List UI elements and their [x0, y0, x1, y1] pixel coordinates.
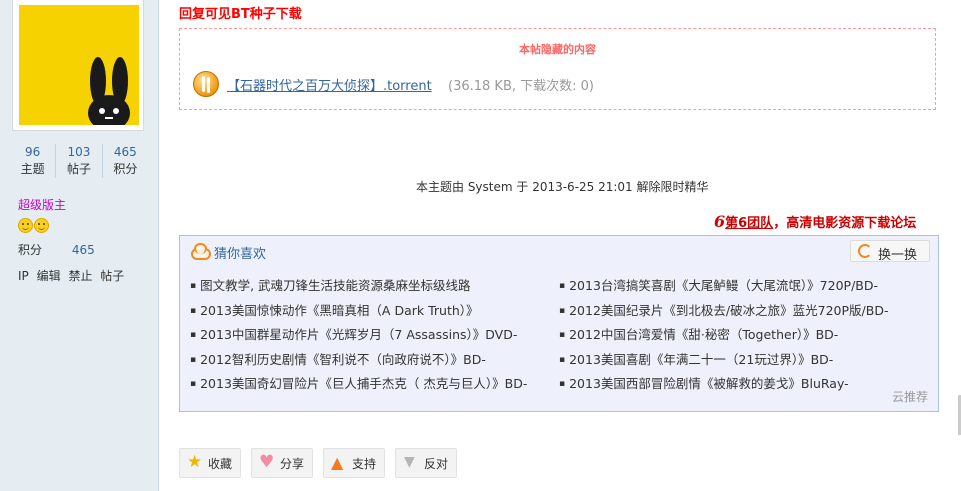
torrent-file-icon: [193, 71, 219, 97]
admin-links: IP 编辑 禁止 帖子: [18, 267, 128, 284]
support-button[interactable]: 支持: [323, 448, 386, 478]
admin-posts-link[interactable]: 帖子: [100, 269, 124, 283]
refresh-icon: [858, 244, 872, 258]
share-label: 分享: [280, 456, 305, 471]
recommend-item[interactable]: 2013美国喜剧《年满二十一（21玩过界）》BD-: [559, 349, 888, 374]
thumb-up-arrow-icon: [331, 453, 347, 472]
oppose-button[interactable]: 反对: [395, 448, 458, 478]
torrent-download-link[interactable]: 【石器时代之百万大侦探】.torrent: [227, 75, 432, 94]
user-stats: 96 主题 103 帖子 465 积分: [10, 144, 148, 178]
cloud-recommend-label[interactable]: 云推荐: [892, 388, 928, 405]
recommend-item[interactable]: 2012智利历史剧情《智利说不（向政府说不）》BD-: [190, 349, 527, 374]
support-label: 支持: [352, 456, 377, 471]
team-six-logo: 6: [714, 212, 726, 231]
smiley-medal-icon[interactable]: [34, 218, 49, 233]
refresh-label: 换一换: [878, 248, 918, 263]
credits-line: 积分 465: [18, 241, 95, 258]
recommend-panel: 猜你喜欢 换一换 图文教学, 武魂刀锋生活技能资源桑麻坐标级线路 2013美国惊…: [179, 235, 939, 412]
user-sidebar: 96 主题 103 帖子 465 积分 超级版主 积分 465 IP 编辑 禁止: [0, 0, 159, 491]
share-button[interactable]: 分享: [251, 448, 314, 478]
stat-topics-count[interactable]: 96: [10, 144, 55, 160]
recommend-item[interactable]: 2012美国纪录片《到北极去/破冰之旅》蓝光720P版/BD-: [559, 300, 888, 325]
thread-post-view: 96 主题 103 帖子 465 积分 超级版主 积分 465 IP 编辑 禁止: [0, 0, 961, 491]
stat-credits-count[interactable]: 465: [103, 144, 148, 160]
hidden-content-title: 本帖隐藏的内容: [519, 43, 596, 56]
recommend-item[interactable]: 2012中国台湾爱情《甜·秘密（Together）》BD-: [559, 324, 888, 349]
stat-credits-label: 积分: [113, 162, 138, 176]
avatar[interactable]: [19, 5, 139, 131]
stat-topics[interactable]: 96 主题: [10, 144, 55, 178]
admin-ban-link[interactable]: 禁止: [68, 269, 92, 283]
system-note: 本主题由 System 于 2013-6-25 21:01 解除限时精华: [416, 180, 709, 194]
rabbit-avatar-icon: [19, 5, 139, 131]
recommend-item[interactable]: 2013中国群星动作片《光辉岁月（7 Assassins）》DVD-: [190, 324, 527, 349]
thumb-down-arrow-icon: [403, 454, 419, 471]
star-icon: [187, 452, 203, 472]
cloud-icon: [189, 243, 211, 260]
team-slogan: ，高清电影资源下载论坛: [773, 216, 917, 231]
avatar-frame: [12, 0, 144, 131]
credits-value[interactable]: 465: [72, 243, 95, 257]
stat-posts-count[interactable]: 103: [56, 144, 101, 160]
user-rank[interactable]: 超级版主: [18, 196, 66, 213]
recommend-item[interactable]: 2013台湾搞笑喜剧《大尾鲈鳗（大尾流氓）》720P/BD-: [559, 275, 888, 300]
oppose-label: 反对: [424, 456, 449, 471]
heart-icon: [259, 452, 275, 472]
recommend-item[interactable]: 2013美国西部冒险剧情《被解救的姜戈》BluRay-: [559, 373, 888, 398]
favorite-button[interactable]: 收藏: [179, 448, 242, 478]
hidden-content-box: 本帖隐藏的内容 【石器时代之百万大侦探】.torrent (36.18 KB, …: [179, 28, 936, 110]
recommend-header: 猜你喜欢 换一换: [180, 236, 938, 266]
team-link[interactable]: 第6团队: [725, 216, 773, 231]
refresh-button[interactable]: 换一换: [850, 240, 930, 263]
recommend-item[interactable]: 图文教学, 武魂刀锋生活技能资源桑麻坐标级线路: [190, 275, 527, 300]
stat-credits[interactable]: 465 积分: [101, 144, 148, 178]
recommend-title: 猜你喜欢: [214, 247, 267, 262]
recommend-item[interactable]: 2013美国惊悚动作《黑暗真相（A Dark Truth）》: [190, 300, 527, 325]
favorite-label: 收藏: [208, 456, 233, 471]
medal-row: [18, 218, 49, 233]
forum-signature: 6第6团队，高清电影资源下载论坛: [714, 212, 916, 231]
stat-posts[interactable]: 103 帖子: [55, 144, 101, 178]
reply-tip: 回复可见BT种子下载: [179, 7, 302, 22]
credits-label: 积分: [18, 243, 43, 257]
torrent-meta: (36.18 KB, 下载次数: 0): [448, 79, 594, 94]
admin-ip-link[interactable]: IP: [18, 269, 29, 283]
smiley-medal-icon[interactable]: [18, 218, 33, 233]
admin-edit-link[interactable]: 编辑: [37, 269, 61, 283]
recommend-list-left: 图文教学, 武魂刀锋生活技能资源桑麻坐标级线路 2013美国惊悚动作《黑暗真相（…: [190, 275, 527, 398]
stat-posts-label: 帖子: [66, 162, 91, 176]
stat-topics-label: 主题: [20, 162, 45, 176]
post-actions: 收藏 分享 支持 反对: [179, 448, 458, 478]
recommend-item[interactable]: 2013美国奇幻冒险片《巨人捕手杰克（ 杰克与巨人）》BD-: [190, 373, 527, 398]
recommend-list-right: 2013台湾搞笑喜剧《大尾鲈鳗（大尾流氓）》720P/BD- 2012美国纪录片…: [559, 275, 888, 398]
